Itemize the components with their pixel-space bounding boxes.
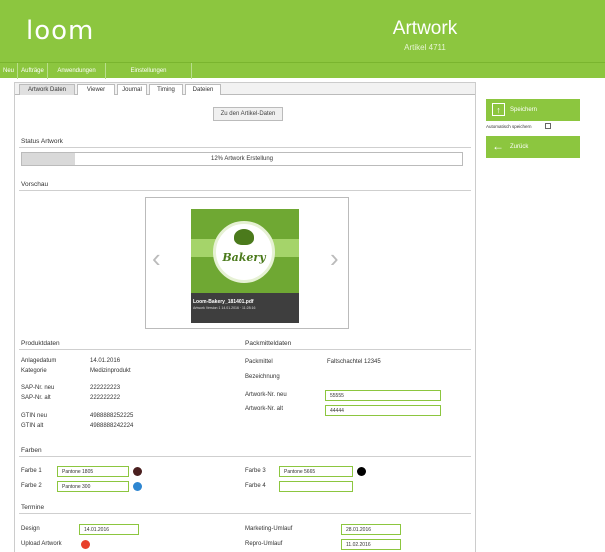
farbe3-input[interactable]: Pantone 5665 [279,466,353,477]
autosave-checkbox[interactable] [545,123,551,129]
artwork-alt-label: Artwork-Nr. alt [245,406,284,412]
preview-filename: Loom-Bakery_181401.pdf [193,299,254,305]
artwork-preview: ‹ Bakery Loom-Bakery_181401.pdf Artwork … [145,197,349,329]
gtin-neu-label: GTIN neu [21,413,48,419]
farbe1-swatch [133,467,142,476]
divider [19,456,471,457]
app-header: loom Artwork Artikel 4711 [0,0,605,62]
farbe1-label: Farbe 1 [21,468,42,474]
divider [19,190,471,191]
menu-item-anwendungen[interactable]: Anwendungen [48,63,106,79]
farbe1-input[interactable]: Pantone 1805 [57,466,129,477]
kategorie-value: Medizinprodukt [90,368,131,374]
repro-label: Repro-Umlauf [245,541,283,547]
tab-bar: Artwork Daten Viewer Journal Timing Date… [15,83,475,95]
design-label: Design [21,526,40,532]
tab-timing[interactable]: Timing [149,84,183,95]
save-button[interactable]: ↑ Speichern [486,99,580,121]
farbe2-input[interactable]: Pantone 300 [57,481,129,492]
divider [19,513,471,514]
termine-title: Termine [21,504,45,511]
divider [19,147,471,148]
tab-dateien[interactable]: Dateien [185,84,221,95]
save-label: Speichern [510,107,538,113]
artwork-neu-input[interactable]: 55555 [325,390,441,401]
farbe4-input[interactable] [279,481,353,492]
farbe3-label: Farbe 3 [245,468,266,474]
arrow-left-icon: ← [492,139,504,153]
preview-section-title: Vorschau [21,181,49,188]
kategorie-label: Kategorie [21,368,47,374]
artwork-progress-bar: 12% Artwork Erstellung [21,152,463,166]
sap-alt-value: 222222222 [90,395,121,401]
menu-item-neu[interactable]: Neu [0,63,18,79]
farben-title: Farben [21,447,42,454]
upload-label: Upload Artwork [21,541,62,547]
main-panel: Artwork Daten Viewer Journal Timing Date… [14,82,476,552]
sap-alt-label: SAP-Nr. alt [21,395,51,401]
sap-neu-label: SAP-Nr. neu [21,385,55,391]
anlagedatum-label: Anlagedatum [21,358,57,364]
packmittel-label: Packmittel [245,359,273,365]
farbe4-label: Farbe 4 [245,483,266,489]
packmitteldaten-title: Packmitteldaten [245,340,292,347]
farbe2-label: Farbe 2 [21,483,42,489]
divider [19,349,471,350]
artwork-neu-label: Artwork-Nr. neu [245,392,287,398]
artikel-daten-button[interactable]: Zu den Artikel-Daten [213,107,283,121]
anlagedatum-value: 14.01.2016 [90,358,121,364]
progress-label: 12% Artwork Erstellung [210,156,274,162]
artwork-alt-input[interactable]: 44444 [325,405,441,416]
menu-item-auftraege[interactable]: Aufträge [18,63,48,79]
app-logo: loom [26,16,95,46]
menu-item-einstellungen[interactable]: Einstellungen [106,63,192,79]
gtin-neu-value: 4988888252225 [90,413,134,419]
gtin-alt-value: 4988888242224 [90,423,134,429]
save-icon: ↑ [492,103,505,116]
chevron-right-icon[interactable]: › [330,245,339,271]
main-menu: Neu Aufträge Anwendungen Einstellungen [0,62,605,79]
back-button[interactable]: ← Zurück [486,136,580,158]
back-label: Zurück [510,144,529,150]
tab-artwork-daten[interactable]: Artwork Daten [19,84,75,95]
packmittel-value: Faltschachtel 12345 [327,359,381,365]
bezeichnung-label: Bezeichnung [245,374,280,380]
sap-neu-value: 222222223 [90,385,121,391]
upload-status-dot [81,540,90,549]
autosave-label: Automatisch speichern [486,124,532,129]
marketing-label: Marketing-Umlauf [245,526,293,532]
page-title: Artwork [392,18,458,39]
repro-date-input[interactable]: 11.02.2016 [341,539,401,550]
status-section-title: Status Artwork [21,138,63,145]
gtin-alt-label: GTIN alt [21,423,44,429]
chef-hat-icon [234,229,254,245]
tab-journal[interactable]: Journal [117,84,147,95]
artwork-thumbnail[interactable]: Bakery Loom-Bakery_181401.pdf Artwork Ve… [191,209,299,323]
produktdaten-title: Produktdaten [21,340,60,347]
chevron-left-icon[interactable]: ‹ [152,245,161,271]
farbe2-swatch [133,482,142,491]
marketing-date-input[interactable]: 28.01.2016 [341,524,401,535]
bakery-logo-text: Bakery [222,251,266,264]
page-subtitle: Artikel 4711 [404,43,446,52]
design-date-input[interactable]: 14.01.2016 [79,524,139,535]
preview-meta: Artwork Version 1 14.01.2016 · 11:28:16 [193,306,256,310]
tab-viewer[interactable]: Viewer [77,84,115,95]
farbe3-swatch [357,467,366,476]
